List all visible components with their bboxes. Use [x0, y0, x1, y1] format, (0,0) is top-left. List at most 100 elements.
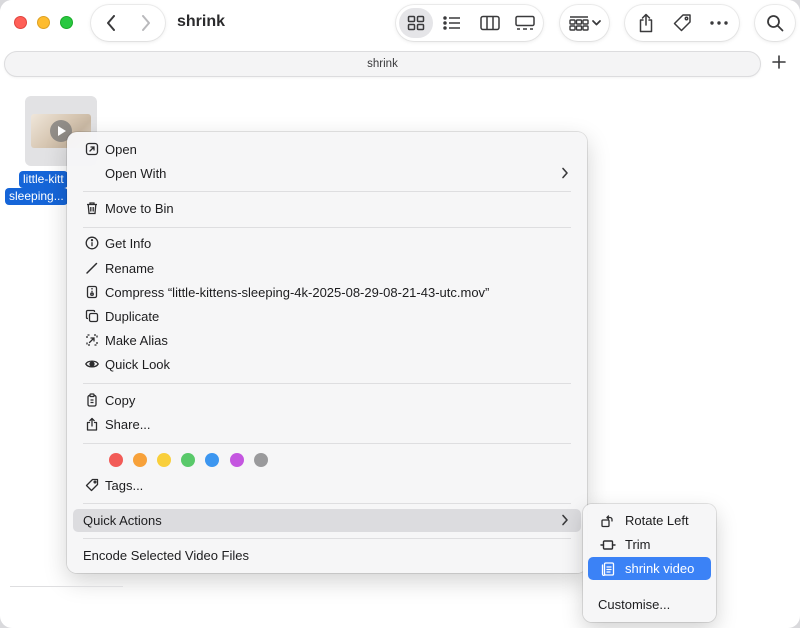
new-tab-button[interactable]: [766, 51, 792, 77]
menu-item-open[interactable]: Open: [73, 138, 581, 161]
close-window-button[interactable]: [14, 16, 27, 29]
menu-item-label: Tags...: [105, 478, 144, 493]
column-view-button[interactable]: [476, 5, 504, 41]
alias-icon: [85, 333, 99, 347]
tag-color-red[interactable]: [109, 453, 123, 467]
more-icon: [710, 21, 728, 25]
list-view-icon: [443, 16, 461, 30]
pencil-icon: [85, 261, 99, 275]
menu-item-encode-video[interactable]: Encode Selected Video Files: [73, 544, 581, 567]
submenu-item-rotate-left[interactable]: Rotate Left: [588, 509, 711, 532]
menu-item-rename[interactable]: Rename: [73, 257, 581, 280]
file-name-line-1[interactable]: little-kitt: [19, 171, 68, 188]
menu-item-label: Get Info: [105, 236, 152, 251]
search-icon: [766, 14, 784, 32]
tag-color-orange[interactable]: [133, 453, 147, 467]
tag-color-grey[interactable]: [254, 453, 268, 467]
tag-color-yellow[interactable]: [157, 453, 171, 467]
tag-color-blue[interactable]: [205, 453, 219, 467]
group-by-button[interactable]: [566, 5, 606, 41]
tag-button[interactable]: [668, 5, 696, 41]
menu-item-make-alias[interactable]: Make Alias: [73, 329, 581, 352]
icon-view-button[interactable]: [402, 5, 430, 41]
trash-icon: [85, 201, 99, 215]
menu-item-get-info[interactable]: Get Info: [73, 232, 581, 255]
gallery-view-icon: [515, 15, 535, 31]
chevron-right-icon: [561, 514, 569, 529]
back-button[interactable]: [97, 5, 125, 41]
toolbar: shrink: [0, 0, 800, 46]
trim-icon: [600, 538, 616, 552]
menu-item-label: Quick Actions: [83, 513, 162, 528]
menu-item-label: Open With: [105, 166, 167, 181]
menu-item-quick-actions[interactable]: Quick Actions: [73, 509, 581, 532]
zoom-window-button[interactable]: [60, 16, 73, 29]
automator-document-icon: [600, 562, 615, 576]
column-view-icon: [480, 15, 500, 31]
menu-item-label: Compress “little-kittens-sleeping-4k-202…: [105, 285, 490, 300]
menu-item-label: Make Alias: [105, 333, 168, 348]
menu-item-label: Open: [105, 142, 137, 157]
menu-item-compress[interactable]: Compress “little-kittens-sleeping-4k-202…: [73, 281, 581, 304]
share-icon: [638, 13, 654, 33]
submenu-item-trim[interactable]: Trim: [588, 533, 711, 556]
forward-button[interactable]: [132, 5, 160, 41]
copy-icon: [85, 393, 99, 407]
submenu-item-shrink-video[interactable]: shrink video: [588, 557, 711, 580]
submenu-item-customise[interactable]: Customise...: [588, 593, 711, 616]
group-icon: [569, 15, 603, 31]
menu-separator: [83, 538, 571, 539]
menu-item-label: Copy: [105, 393, 136, 408]
open-icon: [85, 142, 99, 156]
menu-item-share[interactable]: Share...: [73, 413, 581, 436]
menu-separator: [83, 443, 571, 444]
window-title: shrink: [177, 13, 226, 30]
menu-item-quick-look[interactable]: Quick Look: [73, 353, 581, 376]
info-icon: [85, 236, 99, 250]
menu-item-move-to-bin[interactable]: Move to Bin: [73, 197, 581, 220]
submenu-separator: [10, 586, 123, 587]
tag-icon: [672, 13, 692, 33]
finder-window: shrink shrink little-kitt sleeping... Op…: [0, 0, 800, 628]
menu-separator: [83, 191, 571, 192]
path-bar-label: shrink: [367, 58, 398, 70]
tag-color-green[interactable]: [181, 453, 195, 467]
eye-icon: [85, 357, 99, 371]
minimize-window-button[interactable]: [37, 16, 50, 29]
list-view-button[interactable]: [438, 5, 466, 41]
menu-item-label: Encode Selected Video Files: [83, 548, 249, 563]
chevron-left-icon: [106, 15, 116, 31]
menu-separator: [83, 503, 571, 504]
menu-item-label: Quick Look: [105, 357, 171, 372]
submenu-item-label: shrink video: [625, 561, 695, 576]
file-name-line-2[interactable]: sleeping...: [5, 188, 68, 205]
rotate-left-icon: [600, 514, 614, 528]
menu-item-label: Share...: [105, 417, 151, 432]
search-button[interactable]: [761, 5, 789, 41]
submenu-item-label: Customise...: [598, 597, 671, 612]
gallery-view-button[interactable]: [511, 5, 539, 41]
more-button[interactable]: [705, 5, 733, 41]
tag-color-purple[interactable]: [230, 453, 244, 467]
share-icon: [85, 417, 99, 431]
chevron-right-icon: [561, 167, 569, 182]
menu-item-label: Duplicate: [105, 309, 160, 324]
grid-view-icon: [407, 15, 425, 31]
archive-icon: [85, 285, 99, 299]
submenu-item-label: Trim: [625, 537, 651, 552]
chevron-right-icon: [141, 15, 151, 31]
plus-icon: [772, 54, 786, 74]
menu-separator: [83, 227, 571, 228]
context-menu: Open Open With Move to Bin Get Info Rena…: [67, 132, 587, 573]
menu-separator: [83, 383, 571, 384]
menu-item-duplicate[interactable]: Duplicate: [73, 305, 581, 328]
submenu-item-label: Rotate Left: [625, 513, 689, 528]
menu-item-tags[interactable]: Tags...: [73, 474, 581, 497]
menu-item-open-with[interactable]: Open With: [73, 162, 581, 185]
duplicate-icon: [85, 309, 99, 323]
share-button[interactable]: [632, 5, 660, 41]
menu-item-copy[interactable]: Copy: [73, 389, 581, 412]
menu-item-label: Move to Bin: [105, 201, 174, 216]
path-bar[interactable]: shrink: [4, 51, 761, 77]
tag-icon: [85, 478, 99, 492]
